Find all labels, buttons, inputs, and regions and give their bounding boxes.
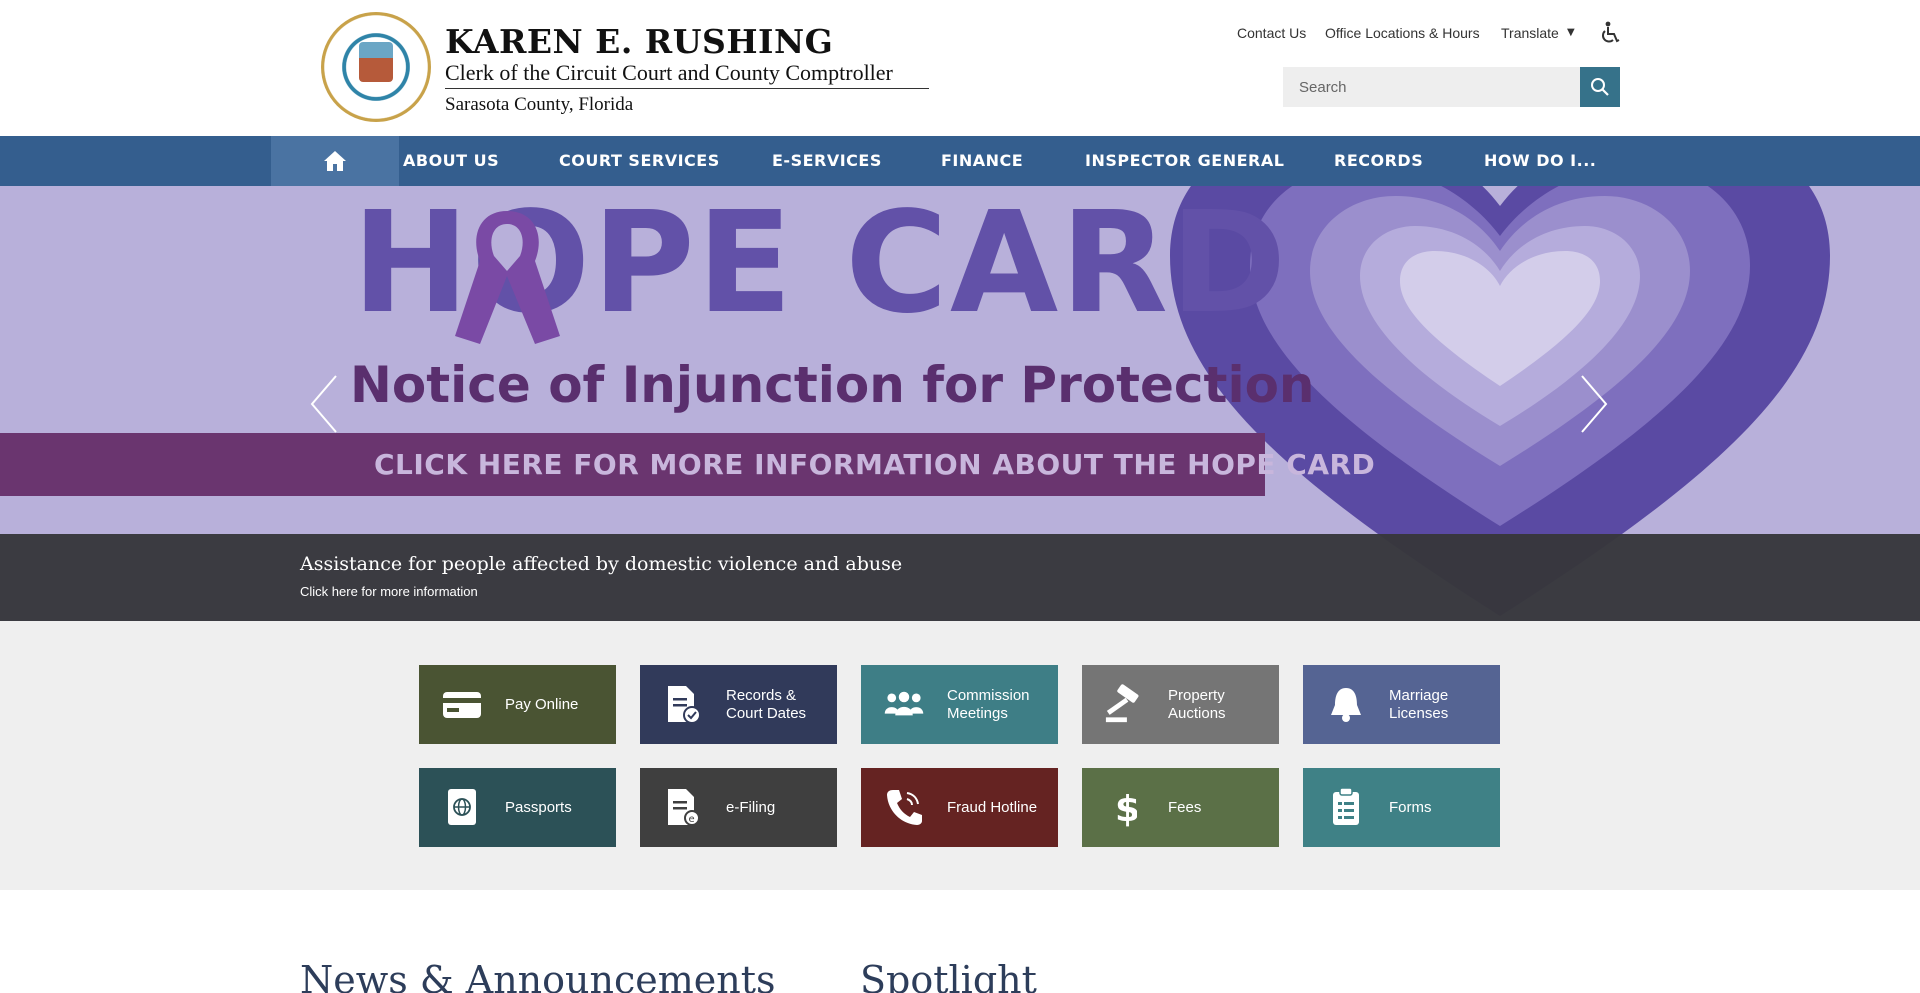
caption-title[interactable]: Assistance for people affected by domest… [300, 553, 902, 575]
dollar-icon: $ [1104, 786, 1146, 828]
tile-label: Forms [1389, 798, 1432, 816]
tile-label: Fraud Hotline [947, 798, 1038, 816]
svg-text:e: e [689, 814, 695, 825]
site-header: KAREN E. RUSHING Clerk of the Circuit Co… [0, 0, 1920, 136]
nav-finance[interactable]: FINANCE [941, 151, 1023, 170]
nav-records[interactable]: RECORDS [1334, 151, 1423, 170]
nav-inspector-general[interactable]: INSPECTOR GENERAL [1085, 151, 1284, 170]
search-button[interactable] [1580, 67, 1620, 107]
credit-card-icon [441, 683, 483, 725]
org-subtitle: Clerk of the Circuit Court and County Co… [445, 60, 929, 89]
nav-e-services[interactable]: E-SERVICES [772, 151, 882, 170]
accessibility-icon[interactable] [1599, 21, 1621, 45]
hero-carousel[interactable]: HOPE CARD Notice of Injunction for Prote… [0, 186, 1920, 621]
tile-passports[interactable]: Passports [419, 768, 616, 847]
phone-icon [883, 786, 925, 828]
main-nav: ABOUT US COURT SERVICES E-SERVICES FINAN… [0, 136, 1920, 186]
gavel-icon [1104, 683, 1146, 725]
tile-label: e-Filing [726, 798, 776, 816]
document-check-icon [662, 683, 704, 725]
tile-label: Commission Meetings [947, 686, 1030, 722]
tile-label: Records & Court Dates [726, 686, 807, 722]
tile-e-filing[interactable]: e e-Filing [640, 768, 837, 847]
people-group-icon [883, 683, 925, 725]
search-input[interactable] [1283, 67, 1580, 107]
tile-forms[interactable]: Forms [1303, 768, 1500, 847]
tile-property-auctions[interactable]: Property Auctions [1082, 665, 1279, 744]
nav-court-services[interactable]: COURT SERVICES [559, 151, 720, 170]
nav-how-do-i[interactable]: HOW DO I... [1484, 151, 1596, 170]
tile-records-court-dates[interactable]: Records & Court Dates [640, 665, 837, 744]
caption-link[interactable]: Click here for more information [300, 584, 478, 599]
translate-dropdown[interactable]: Translate [1501, 25, 1559, 41]
nav-about-us[interactable]: ABOUT US [403, 151, 499, 170]
org-county: Sarasota County, Florida [445, 94, 634, 115]
efile-document-icon: e [662, 786, 704, 828]
awareness-ribbon-icon [455, 211, 560, 344]
cta-link[interactable]: CLICK HERE FOR MORE INFORMATION ABOUT TH… [374, 448, 1375, 481]
home-button[interactable] [271, 136, 399, 186]
carousel-next-arrow-icon[interactable] [1578, 374, 1610, 434]
search-icon [1591, 78, 1609, 96]
tile-fees[interactable]: $ Fees [1082, 768, 1279, 847]
chevron-down-icon[interactable]: ▼ [1567, 27, 1575, 38]
tile-label: Marriage Licenses [1389, 686, 1449, 722]
quick-links-section: Pay Online Records & Court Dates Commiss… [0, 621, 1920, 890]
tile-label: Pay Online [505, 695, 579, 713]
contact-us-link[interactable]: Contact Us [1237, 25, 1306, 41]
tile-label: Property Auctions [1168, 686, 1226, 722]
org-name: KAREN E. RUSHING [445, 22, 834, 61]
spotlight-heading: Spotlight [860, 958, 1037, 993]
tile-marriage-licenses[interactable]: Marriage Licenses [1303, 665, 1500, 744]
hero-subtitle: Notice of Injunction for Protection [350, 356, 1315, 414]
tile-label: Fees [1168, 798, 1202, 816]
news-heading: News & Announcements [300, 958, 776, 993]
tile-fraud-hotline[interactable]: Fraud Hotline [861, 768, 1058, 847]
office-locations-link[interactable]: Office Locations & Hours [1325, 25, 1480, 41]
bell-icon [1325, 683, 1367, 725]
clipboard-icon [1325, 786, 1367, 828]
tile-commission-meetings[interactable]: Commission Meetings [861, 665, 1058, 744]
carousel-prev-arrow-icon[interactable] [308, 374, 340, 434]
carousel-caption-bar [0, 534, 1920, 621]
passport-icon [441, 786, 483, 828]
home-icon [324, 151, 346, 171]
tile-pay-online[interactable]: Pay Online [419, 665, 616, 744]
tile-label: Passports [505, 798, 572, 816]
clerk-seal-logo[interactable] [321, 12, 431, 122]
svg-text:$: $ [1115, 789, 1137, 827]
